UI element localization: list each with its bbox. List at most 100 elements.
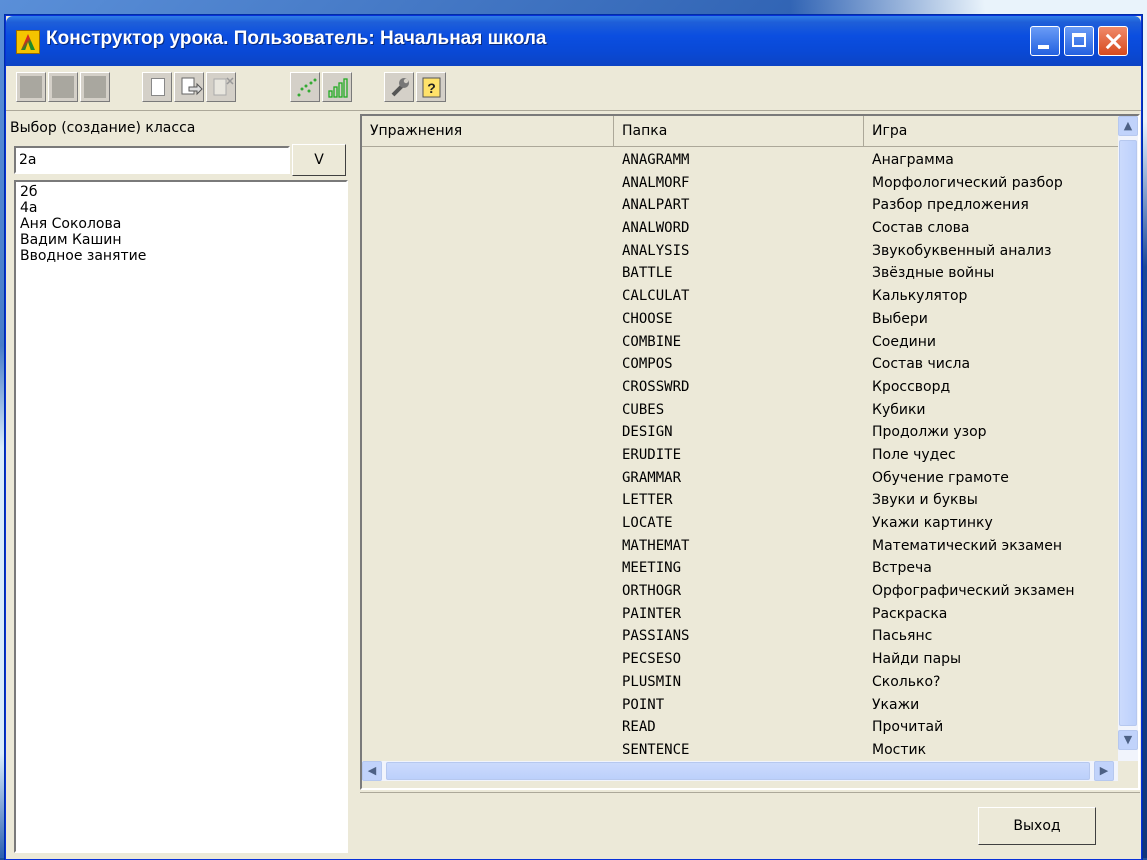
table-row[interactable]: COMBINE Соедини	[362, 331, 1118, 354]
disabled-tool-icon-1[interactable]	[16, 72, 46, 102]
bottom-bar: Выход	[360, 792, 1140, 856]
new-document-icon[interactable]	[142, 72, 172, 102]
vertical-scrollbar[interactable]: ▲ ▼	[1118, 116, 1138, 761]
game-cell: Соедини	[872, 333, 936, 350]
table-row[interactable]: ANALWORD Состав слова	[362, 217, 1118, 240]
exercise-grid[interactable]: Упражнения Папка Игра ANAGRAMM Анаграмма A…	[360, 114, 1140, 790]
table-row[interactable]: CHOOSE Выбери	[362, 308, 1118, 331]
class-list[interactable]: 2б 4а Аня Соколова Вадим Кашин Вводное з…	[14, 180, 348, 853]
column-header-exercises[interactable]: Упражнения	[362, 116, 614, 146]
folder-cell: CALCULAT	[622, 288, 690, 305]
folder-cell: PAINTER	[622, 605, 682, 622]
game-cell: Прочитай	[872, 719, 944, 736]
folder-cell: GRAMMAR	[622, 469, 682, 486]
game-cell: Калькулятор	[872, 288, 968, 305]
folder-cell: ANALWORD	[622, 220, 690, 237]
delete-document-icon[interactable]	[206, 72, 236, 102]
game-cell: Обучение грамоте	[872, 469, 1009, 486]
table-row[interactable]: PLUSMIN Сколько?	[362, 671, 1118, 694]
v-button[interactable]: V	[292, 144, 346, 176]
column-header-folder[interactable]: Папка	[614, 116, 864, 146]
table-row[interactable]: PECSESO Найди пары	[362, 648, 1118, 671]
folder-cell: ANALPART	[622, 197, 690, 214]
horizontal-scrollbar[interactable]: ◀ ▶	[362, 761, 1118, 781]
table-row[interactable]: READ Прочитай	[362, 716, 1118, 739]
scatter-icon[interactable]	[290, 72, 320, 102]
scroll-right-icon[interactable]: ▶	[1094, 761, 1114, 781]
table-row[interactable]: DESIGN Продолжи узор	[362, 421, 1118, 444]
table-row[interactable]: ANALMORF Морфологический разбор	[362, 172, 1118, 195]
table-row[interactable]: LETTER Звуки и буквы	[362, 489, 1118, 512]
list-item[interactable]: Аня Соколова	[20, 216, 342, 232]
table-row[interactable]: PASSIANS Пасьянс	[362, 625, 1118, 648]
list-item[interactable]: 2б	[20, 184, 342, 200]
folder-cell: LETTER	[622, 492, 673, 509]
game-cell: Мостик	[872, 741, 927, 758]
folder-cell: MATHEMAT	[622, 537, 690, 554]
table-row[interactable]: CALCULAT Калькулятор	[362, 285, 1118, 308]
scroll-left-icon[interactable]: ◀	[362, 761, 382, 781]
table-row[interactable]: BATTLE Звёздные войны	[362, 262, 1118, 285]
list-item[interactable]: Вадим Кашин	[20, 232, 342, 248]
scroll-up-icon[interactable]: ▲	[1118, 116, 1138, 136]
help-icon[interactable]: ?	[416, 72, 446, 102]
table-row[interactable]: ANALYSIS Звукобуквенный анализ	[362, 240, 1118, 263]
table-row[interactable]: CUBES Кубики	[362, 399, 1118, 422]
title-bar[interactable]: Конструктор урока. Пользователь: Начальн…	[6, 16, 1141, 66]
maximize-button[interactable]	[1064, 26, 1094, 56]
folder-cell: POINT	[622, 696, 665, 713]
game-cell: Состав слова	[872, 220, 970, 237]
disabled-tool-icon-3[interactable]	[80, 72, 110, 102]
list-item[interactable]: Вводное занятие	[20, 248, 342, 264]
folder-cell: PECSESO	[622, 651, 682, 668]
svg-text:?: ?	[427, 80, 436, 96]
game-cell: Раскраска	[872, 605, 948, 622]
game-cell: Звуки и буквы	[872, 492, 978, 509]
table-row[interactable]: ERUDITE Поле чудес	[362, 444, 1118, 467]
table-row[interactable]: ANALPART Разбор предложения	[362, 194, 1118, 217]
bar-chart-icon[interactable]	[322, 72, 352, 102]
game-cell: Анаграмма	[872, 152, 954, 168]
minimize-button[interactable]	[1030, 26, 1060, 56]
game-cell: Встреча	[872, 560, 932, 577]
vertical-scroll-thumb[interactable]	[1119, 140, 1137, 726]
close-button[interactable]	[1098, 26, 1128, 56]
horizontal-scroll-thumb[interactable]	[386, 762, 1090, 780]
exit-button[interactable]: Выход	[978, 807, 1096, 845]
disabled-tool-icon-2[interactable]	[48, 72, 78, 102]
game-cell: Продолжи узор	[872, 424, 987, 441]
window-title: Конструктор урока. Пользователь: Начальн…	[46, 28, 547, 49]
folder-cell: COMPOS	[622, 356, 673, 373]
column-header-game[interactable]: Игра	[864, 116, 1118, 146]
class-panel: Выбор (создание) класса 2а V 2б 4а Аня С…	[6, 112, 356, 857]
list-item[interactable]: 4а	[20, 200, 342, 216]
game-cell: Укажи	[872, 696, 920, 713]
scroll-down-icon[interactable]: ▼	[1118, 730, 1138, 750]
table-row[interactable]: ANAGRAMM Анаграмма	[362, 149, 1118, 172]
game-cell: Кроссворд	[872, 378, 951, 395]
table-row[interactable]: SENTENCE Мостик	[362, 739, 1118, 761]
folder-cell: PASSIANS	[622, 628, 690, 645]
game-cell: Пасьянс	[872, 628, 933, 645]
table-row[interactable]: LOCATE Укажи картинку	[362, 512, 1118, 535]
wrench-icon[interactable]	[384, 72, 414, 102]
app-icon	[16, 30, 40, 54]
grid-rows: ANAGRAMM Анаграмма ANALMORF Морфологический…	[362, 149, 1118, 761]
table-row[interactable]: PAINTER Раскраска	[362, 603, 1118, 626]
game-cell: Орфографический экзамен	[872, 583, 1075, 600]
class-label: Выбор (создание) класса	[10, 120, 196, 136]
edit-document-icon[interactable]	[174, 72, 204, 102]
folder-cell: CHOOSE	[622, 310, 673, 327]
toolbar: ?	[6, 66, 1141, 111]
table-row[interactable]: COMPOS Состав числа	[362, 353, 1118, 376]
folder-cell: PLUSMIN	[622, 673, 682, 690]
class-input[interactable]: 2а	[14, 146, 290, 174]
table-row[interactable]: GRAMMAR Обучение грамоте	[362, 467, 1118, 490]
table-row[interactable]: ORTHOGR Орфографический экзамен	[362, 580, 1118, 603]
game-cell: Выбери	[872, 310, 928, 327]
table-row[interactable]: POINT Укажи	[362, 694, 1118, 717]
folder-cell: ANAGRAMM	[622, 152, 690, 168]
table-row[interactable]: CROSSWRD Кроссворд	[362, 376, 1118, 399]
table-row[interactable]: MATHEMAT Математический экзамен	[362, 535, 1118, 558]
table-row[interactable]: MEETING Встреча	[362, 557, 1118, 580]
